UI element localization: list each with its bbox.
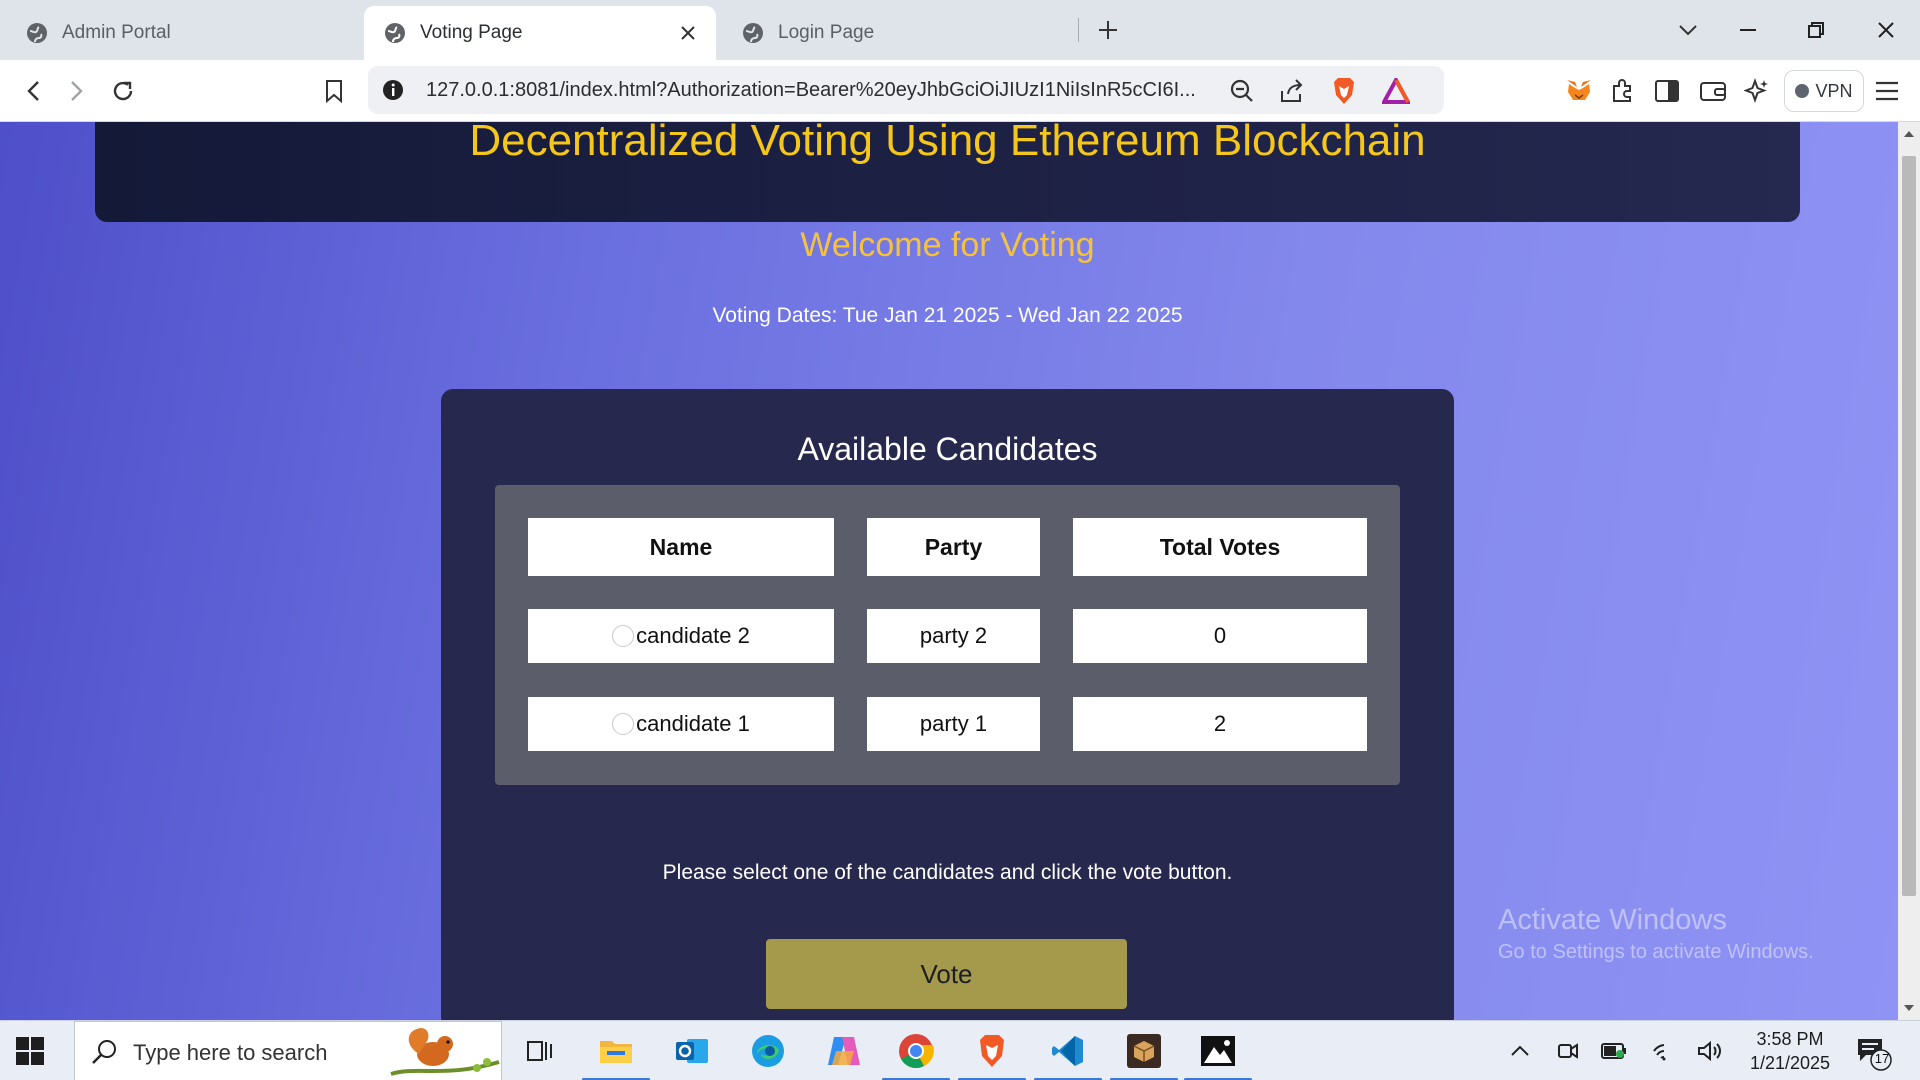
voting-card: Available Candidates Name Party Total Vo… xyxy=(441,389,1454,1020)
tab-label: Login Page xyxy=(778,22,875,43)
welcome-heading: Welcome for Voting xyxy=(800,226,1095,264)
copilot-icon[interactable] xyxy=(822,1029,866,1073)
outlook-icon[interactable] xyxy=(670,1029,714,1073)
scroll-down-arrow-icon[interactable] xyxy=(1903,1002,1915,1014)
activate-windows-watermark: Activate Windows Go to Settings to activ… xyxy=(1498,904,1814,964)
candidates-title: Available Candidates xyxy=(797,431,1098,467)
candidates-table: Name Party Total Votes candidate 2 party… xyxy=(495,485,1400,785)
candidate-votes: 2 xyxy=(1073,697,1367,751)
candidate-radio[interactable] xyxy=(612,713,635,735)
leo-ai-icon[interactable] xyxy=(1740,74,1774,108)
wifi-icon[interactable] xyxy=(1650,1037,1678,1065)
watermark-title: Activate Windows xyxy=(1498,904,1727,936)
vpn-label: VPN xyxy=(1815,80,1853,101)
meet-now-icon[interactable] xyxy=(1554,1037,1582,1065)
vote-instruction: Please select one of the candidates and … xyxy=(662,861,1233,884)
share-icon[interactable] xyxy=(1278,77,1306,105)
brave-rewards-icon[interactable] xyxy=(1382,77,1410,105)
candidate-votes: 0 xyxy=(1073,609,1367,663)
system-clock[interactable]: 3:58 PM 1/21/2025 xyxy=(1735,1027,1845,1075)
edge-icon[interactable] xyxy=(746,1029,790,1073)
sidebar-icon[interactable] xyxy=(1650,74,1684,108)
globe-icon xyxy=(26,22,48,44)
search-icon xyxy=(91,1038,119,1066)
close-icon[interactable] xyxy=(678,23,698,43)
column-header-party: Party xyxy=(867,518,1040,576)
search-placeholder: Type here to search xyxy=(133,1040,328,1065)
browser-toolbar: 127.0.0.1:8081/index.html?Authorization=… xyxy=(0,60,1920,122)
column-header-total-votes: Total Votes xyxy=(1073,518,1367,576)
page-viewport: Decentralized Voting Using Ethereum Bloc… xyxy=(0,122,1898,1020)
volume-icon[interactable] xyxy=(1696,1037,1724,1065)
table-row-name-cell: candidate 1 xyxy=(528,697,834,751)
metamask-fox-icon[interactable] xyxy=(1562,74,1596,108)
vpn-button[interactable]: VPN xyxy=(1784,70,1864,112)
table-row-name-cell: candidate 2 xyxy=(528,609,834,663)
url-text[interactable]: 127.0.0.1:8081/index.html?Authorization=… xyxy=(426,79,1196,102)
new-tab-button[interactable] xyxy=(1094,16,1122,44)
voting-dates: Voting Dates: Tue Jan 21 2025 - Wed Jan … xyxy=(712,304,1183,327)
candidate-name: candidate 2 xyxy=(636,623,750,648)
clock-date: 1/21/2025 xyxy=(1749,1053,1831,1073)
brave-icon[interactable] xyxy=(958,1029,1026,1080)
scrollbar-thumb[interactable] xyxy=(1902,156,1916,896)
candidate-name: candidate 1 xyxy=(636,711,750,736)
page-title: Decentralized Voting Using Ethereum Bloc… xyxy=(469,122,1426,165)
globe-icon xyxy=(742,22,764,44)
app-box-icon[interactable] xyxy=(1110,1029,1178,1080)
reload-button[interactable] xyxy=(106,74,140,108)
clock-time: 3:58 PM xyxy=(1756,1029,1824,1049)
candidate-radio[interactable] xyxy=(612,625,635,647)
extensions-puzzle-icon[interactable] xyxy=(1606,74,1640,108)
battery-icon[interactable] xyxy=(1600,1037,1628,1065)
tab-login-page[interactable]: Login Page xyxy=(722,6,1078,60)
taskbar-search[interactable]: Type here to search xyxy=(74,1021,502,1080)
bookmark-icon[interactable] xyxy=(317,74,351,108)
minimize-button[interactable] xyxy=(1732,14,1764,46)
photos-icon[interactable] xyxy=(1184,1029,1252,1080)
wallet-icon[interactable] xyxy=(1696,74,1730,108)
address-bar[interactable]: 127.0.0.1:8081/index.html?Authorization=… xyxy=(368,66,1444,114)
globe-icon xyxy=(384,22,406,44)
tab-admin-portal[interactable]: Admin Portal xyxy=(6,6,362,60)
close-window-button[interactable] xyxy=(1870,14,1902,46)
chrome-icon[interactable] xyxy=(882,1029,950,1080)
site-header: Decentralized Voting Using Ethereum Bloc… xyxy=(95,122,1800,222)
windows-taskbar: Type here to search 3:58 PM 1/21/2025 17 xyxy=(0,1020,1920,1080)
show-hidden-icons-chevron-icon[interactable] xyxy=(1506,1037,1534,1065)
forward-button[interactable] xyxy=(60,74,94,108)
tab-bar: Admin Portal Voting Page Login Page xyxy=(0,0,1920,60)
notification-center-icon[interactable]: 17 xyxy=(1856,1035,1892,1071)
watermark-subtitle: Go to Settings to activate Windows. xyxy=(1498,941,1814,963)
brave-shields-icon[interactable] xyxy=(1330,77,1358,105)
file-explorer-icon[interactable] xyxy=(582,1029,650,1080)
site-info-icon[interactable] xyxy=(382,79,404,101)
column-header-name: Name xyxy=(528,518,834,576)
tab-voting-page[interactable]: Voting Page xyxy=(364,6,716,60)
squirrel-search-highlight-icon xyxy=(387,1024,503,1080)
task-view-icon[interactable] xyxy=(518,1029,562,1073)
vpn-status-icon xyxy=(1795,84,1810,98)
scroll-up-arrow-icon[interactable] xyxy=(1903,128,1915,140)
page-scrollbar[interactable] xyxy=(1898,122,1920,1020)
menu-icon[interactable] xyxy=(1870,74,1904,108)
tab-label: Voting Page xyxy=(420,22,523,43)
windows-start-icon[interactable] xyxy=(16,1037,44,1065)
back-button[interactable] xyxy=(16,74,50,108)
candidate-party: party 2 xyxy=(867,609,1040,663)
notification-count: 17 xyxy=(1874,1051,1890,1066)
candidate-party: party 1 xyxy=(867,697,1040,751)
vote-button[interactable]: Vote xyxy=(766,939,1127,1009)
zoom-out-icon[interactable] xyxy=(1228,77,1256,105)
restore-button[interactable] xyxy=(1800,14,1832,46)
tab-divider xyxy=(1078,18,1079,42)
tab-list-chevron-icon[interactable] xyxy=(1672,14,1704,46)
tab-label: Admin Portal xyxy=(62,22,171,43)
vscode-icon[interactable] xyxy=(1034,1029,1102,1080)
